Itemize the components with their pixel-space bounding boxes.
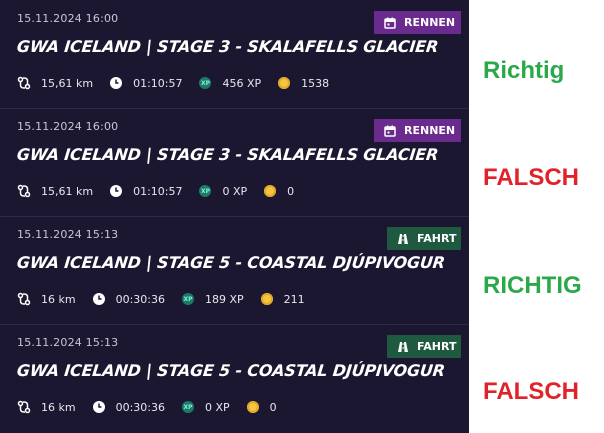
xp-icon: XP <box>198 76 212 90</box>
distance-value: 15,61 km <box>41 184 94 198</box>
route-icon <box>17 400 31 414</box>
verdict-label: FALSCH <box>483 378 579 405</box>
xp-value: 189 XP <box>205 292 244 306</box>
xp-value: 0 XP <box>222 184 248 198</box>
distance-value: 15,61 km <box>41 76 94 90</box>
activity-type-badge: RENNEN <box>374 119 461 142</box>
badge-label: FAHRT <box>417 232 457 245</box>
activity-item[interactable]: 15.11.2024 15:13 FAHRT GWA ICELAND | STA… <box>0 324 469 431</box>
verdict-label: FALSCH <box>483 164 579 191</box>
coin-icon <box>263 184 277 198</box>
coin-icon <box>246 400 260 414</box>
duration-value: 00:30:36 <box>115 400 165 414</box>
activity-stats: 16 km 00:30:36 XP 0 XP 0 <box>17 399 277 415</box>
duration-value: 01:10:57 <box>133 76 183 90</box>
distance-value: 16 km <box>41 292 76 306</box>
badge-label: RENNEN <box>404 124 456 137</box>
activity-stats: 16 km 00:30:36 XP 189 XP 211 <box>17 291 305 307</box>
coin-icon <box>260 292 274 306</box>
road-icon <box>398 233 408 244</box>
divider <box>0 216 469 217</box>
clock-icon <box>92 400 106 414</box>
activity-date: 15.11.2024 15:13 <box>17 336 119 349</box>
xp-value: 456 XP <box>222 76 262 90</box>
activity-item[interactable]: 15.11.2024 16:00 RENNEN GWA ICELAND | ST… <box>0 108 469 215</box>
calendar-icon <box>384 17 396 29</box>
clock-icon <box>92 292 106 306</box>
distance-value: 16 km <box>41 400 76 414</box>
xp-icon: XP <box>198 184 212 198</box>
activity-date: 15.11.2024 16:00 <box>17 120 119 133</box>
clock-icon <box>109 76 123 90</box>
road-icon <box>398 341 408 352</box>
activity-stats: 15,61 km 01:10:57 XP 0 XP 0 <box>17 183 294 199</box>
activity-type-badge: FAHRT <box>387 227 461 250</box>
xp-value: 0 XP <box>205 400 230 414</box>
coins-value: 211 <box>283 292 305 306</box>
route-icon <box>17 292 31 306</box>
coins-value: 0 <box>287 184 295 198</box>
coin-icon <box>277 76 291 90</box>
activity-item[interactable]: 15.11.2024 16:00 RENNEN GWA ICELAND | ST… <box>0 0 469 107</box>
activity-title: GWA ICELAND | STAGE 5 - COASTAL DJÚPIVOG… <box>16 361 446 380</box>
activity-title: GWA ICELAND | STAGE 5 - COASTAL DJÚPIVOG… <box>16 253 446 272</box>
activity-title: GWA ICELAND | STAGE 3 - SKALAFELLS GLACI… <box>16 37 440 56</box>
xp-icon: XP <box>181 400 195 414</box>
clock-icon <box>109 184 123 198</box>
activity-type-badge: RENNEN <box>374 11 461 34</box>
activity-list: 15.11.2024 16:00 RENNEN GWA ICELAND | ST… <box>0 0 469 433</box>
coins-value: 1538 <box>301 76 330 90</box>
duration-value: 01:10:57 <box>133 184 183 198</box>
duration-value: 00:30:36 <box>115 292 165 306</box>
verdict-label: RICHTIG <box>483 272 582 299</box>
badge-label: FAHRT <box>417 340 457 353</box>
activity-stats: 15,61 km 01:10:57 XP 456 XP 1538 <box>17 75 329 91</box>
route-icon <box>17 76 31 90</box>
activity-date: 15.11.2024 15:13 <box>17 228 119 241</box>
verdict-label: Richtig <box>483 57 565 84</box>
activity-type-badge: FAHRT <box>387 335 461 358</box>
calendar-icon <box>384 125 396 137</box>
divider <box>0 324 469 325</box>
coins-value: 0 <box>269 400 277 414</box>
activity-date: 15.11.2024 16:00 <box>17 12 119 25</box>
divider <box>0 108 469 109</box>
badge-label: RENNEN <box>404 16 456 29</box>
xp-icon: XP <box>181 292 195 306</box>
activity-item[interactable]: 15.11.2024 15:13 FAHRT GWA ICELAND | STA… <box>0 216 469 323</box>
route-icon <box>17 184 31 198</box>
activity-title: GWA ICELAND | STAGE 3 - SKALAFELLS GLACI… <box>16 145 440 164</box>
